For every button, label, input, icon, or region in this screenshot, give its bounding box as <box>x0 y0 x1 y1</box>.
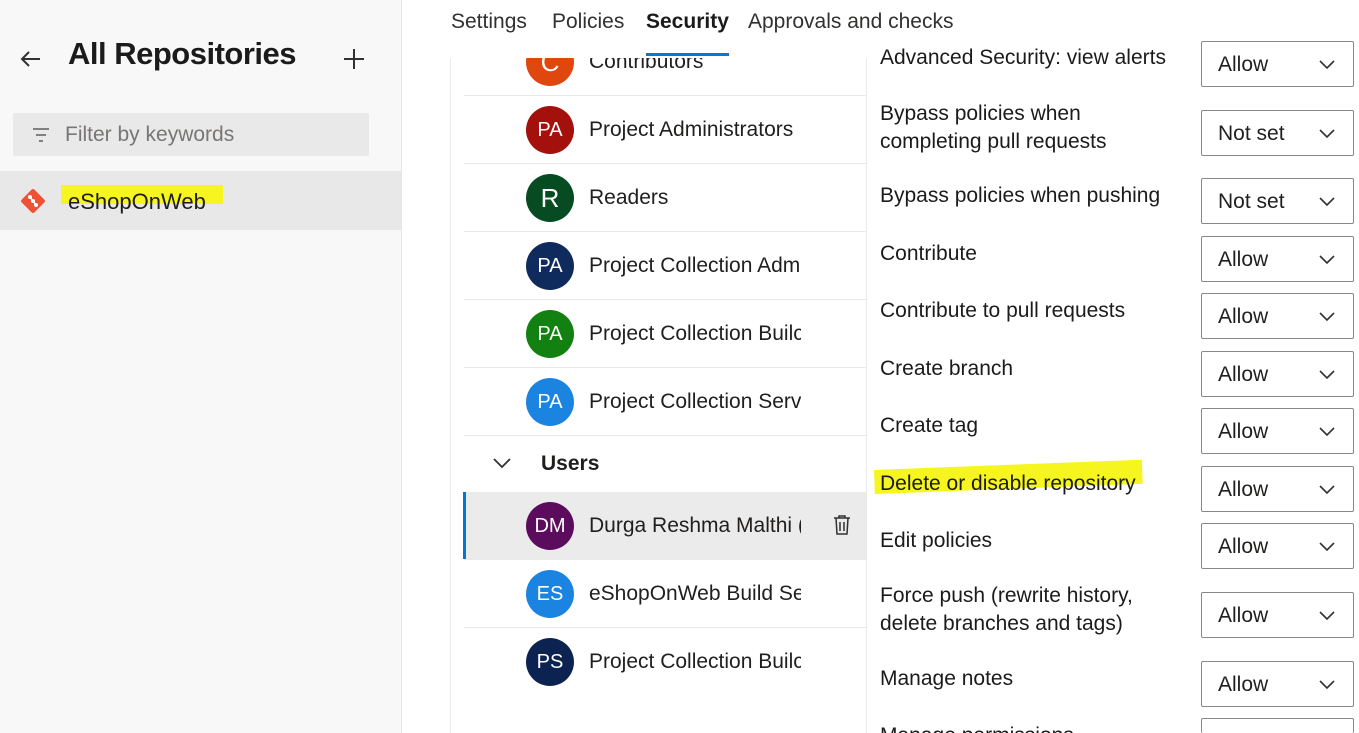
identity-name: Project Administrators <box>589 118 794 141</box>
permission-dropdown[interactable]: Allow <box>1201 466 1354 512</box>
tab-settings[interactable]: Settings <box>451 10 527 56</box>
repository-name: eShopOnWeb <box>68 189 206 214</box>
user-row[interactable]: ES eShopOnWeb Build Ser <box>464 560 866 628</box>
permission-dropdown[interactable]: Allow <box>1201 523 1354 569</box>
user-name: eShopOnWeb Build Ser <box>589 582 801 605</box>
filter-box <box>13 113 369 156</box>
add-repository-icon[interactable] <box>340 45 368 73</box>
identity-name: Project Collection Adm <box>589 254 801 277</box>
identity-row[interactable]: C Contributors <box>464 58 866 96</box>
users-group-label: Users <box>541 452 600 475</box>
chevron-down-icon <box>1318 57 1336 75</box>
identity-list: C Contributors PA Project Administrators… <box>450 58 867 733</box>
permission-label: Advanced Security: view alerts <box>880 46 1166 69</box>
chevron-down-icon <box>1318 194 1336 212</box>
identity-name: Readers <box>589 186 669 209</box>
permission-label: Force push (rewrite history, delete bran… <box>880 584 1133 635</box>
permission-label: Create branch <box>880 357 1014 380</box>
permission-label: Bypass policies when pushing <box>880 184 1161 207</box>
permission-label: Contribute to pull requests <box>880 299 1126 322</box>
permission-label: Contribute <box>880 242 977 265</box>
chevron-down-icon <box>1318 424 1336 442</box>
chevron-down-icon <box>1318 677 1336 695</box>
avatar: DM <box>526 502 574 550</box>
chevron-down-icon <box>1318 608 1336 626</box>
permission-dropdown[interactable]: Not set <box>1201 110 1354 156</box>
dropdown-value: Not set <box>1218 190 1285 213</box>
back-arrow-icon[interactable] <box>16 44 46 74</box>
permission-label: Manage permissions <box>880 722 1180 733</box>
avatar: PA <box>526 106 574 154</box>
identity-row[interactable]: PA Project Administrators <box>464 96 866 164</box>
trash-icon[interactable] <box>832 514 852 541</box>
identity-row[interactable]: PA Project Collection Adm <box>464 232 866 300</box>
permission-dropdown[interactable]: Not set <box>1201 178 1354 224</box>
dropdown-value: Allow <box>1218 535 1269 558</box>
avatar: C <box>526 58 574 86</box>
tab-security[interactable]: Security <box>646 10 729 56</box>
permission-label: Manage notes <box>880 667 1014 690</box>
dropdown-value: Allow <box>1218 604 1269 627</box>
identity-row[interactable]: R Readers <box>464 164 866 232</box>
permission-label: Create tag <box>880 414 979 437</box>
dropdown-value: Allow <box>1218 420 1269 443</box>
user-row[interactable]: PS Project Collection Builc <box>464 628 866 696</box>
avatar: ES <box>526 570 574 618</box>
dropdown-value: Allow <box>1218 478 1269 501</box>
permission-dropdown[interactable]: Allow <box>1201 293 1354 339</box>
git-repo-icon <box>20 188 46 219</box>
permission-dropdown[interactable]: Allow <box>1201 351 1354 397</box>
users-group-header[interactable]: Users <box>464 438 866 492</box>
avatar: PS <box>526 638 574 686</box>
permission-dropdown[interactable]: Allow <box>1201 236 1354 282</box>
dropdown-value: Allow <box>1218 363 1269 386</box>
chevron-down-icon <box>1318 309 1336 327</box>
chevron-down-icon <box>1318 482 1336 500</box>
tab-policies[interactable]: Policies <box>552 10 624 56</box>
chevron-down-icon <box>1318 252 1336 270</box>
permission-label: Edit policies <box>880 529 993 552</box>
repository-item[interactable]: eShopOnWeb <box>0 171 401 230</box>
user-name: Project Collection Builc <box>589 650 801 673</box>
avatar: PA <box>526 378 574 426</box>
user-row[interactable]: DM Durga Reshma Malthi ( <box>463 492 866 560</box>
repositories-panel: All Repositories eShopOnWeb <box>0 0 402 733</box>
chevron-down-icon <box>1318 126 1336 144</box>
avatar: R <box>526 174 574 222</box>
identity-name: Contributors <box>589 58 704 73</box>
permission-label: Delete or disable repository <box>880 472 1136 495</box>
permission-dropdown[interactable]: Allow <box>1201 661 1354 707</box>
chevron-down-icon <box>492 456 512 475</box>
identity-name: Project Collection Servi <box>589 390 801 413</box>
avatar: PA <box>526 242 574 290</box>
permission-dropdown[interactable]: Allow <box>1201 41 1354 87</box>
filter-icon <box>31 125 51 150</box>
panel-title: All Repositories <box>68 36 297 71</box>
permission-dropdown[interactable]: Allow <box>1201 592 1354 638</box>
filter-input[interactable] <box>65 113 360 156</box>
chevron-down-icon <box>1318 367 1336 385</box>
user-name: Durga Reshma Malthi ( <box>589 514 801 537</box>
identity-name: Project Collection Builc <box>589 322 801 345</box>
dropdown-value: Not set <box>1218 122 1285 145</box>
identity-row[interactable]: PA Project Collection Builc <box>464 300 866 368</box>
permission-label: Bypass policies when completing pull req… <box>880 102 1107 153</box>
dropdown-value: Allow <box>1218 248 1269 271</box>
permission-dropdown[interactable] <box>1201 718 1354 733</box>
chevron-down-icon <box>1318 539 1336 557</box>
dropdown-value: Allow <box>1218 53 1269 76</box>
identity-row[interactable]: PA Project Collection Servi <box>464 368 866 436</box>
permission-dropdown[interactable]: Allow <box>1201 408 1354 454</box>
avatar: PA <box>526 310 574 358</box>
dropdown-value: Allow <box>1218 673 1269 696</box>
dropdown-value: Allow <box>1218 305 1269 328</box>
